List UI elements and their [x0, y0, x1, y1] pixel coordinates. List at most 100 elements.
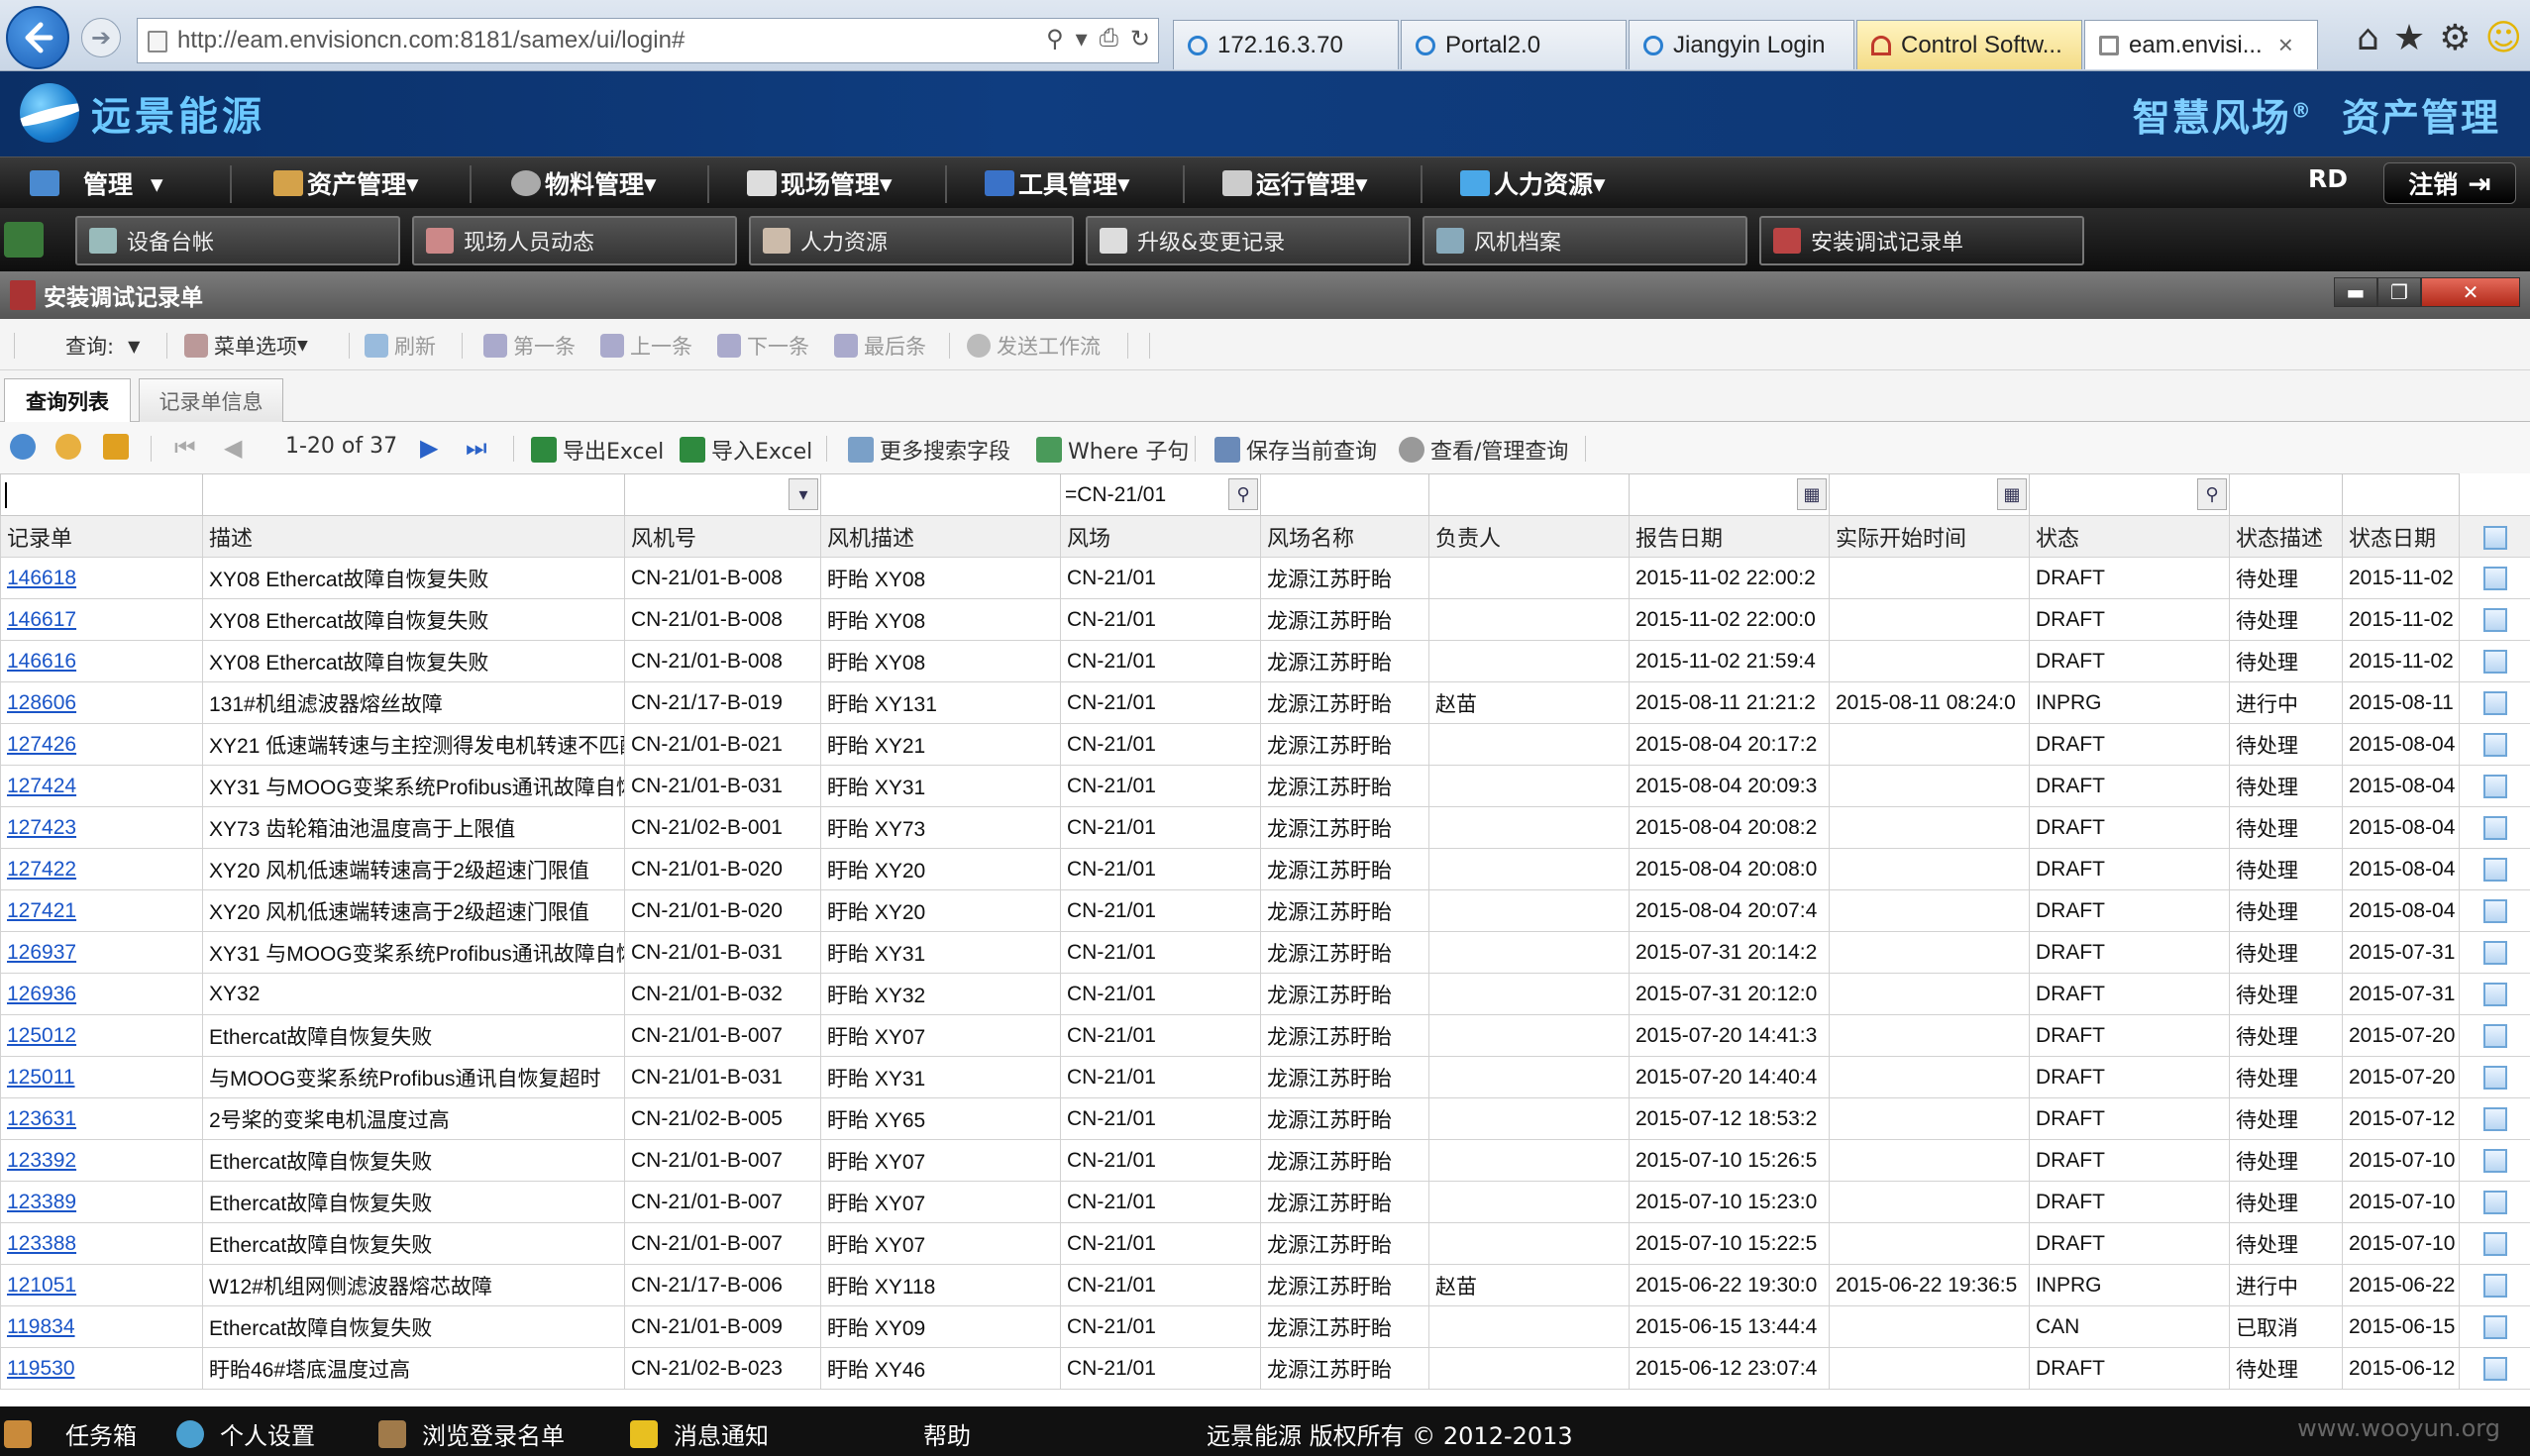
app-tab-site-staff[interactable]: 现场人员动态 [412, 216, 737, 265]
calendar-icon[interactable]: ▦ [1997, 478, 2027, 510]
row-checkbox[interactable] [2459, 723, 2530, 766]
filter-farm-name[interactable] [1260, 473, 1429, 516]
record-id-link[interactable]: 119834 [7, 1315, 75, 1338]
table-row[interactable]: 127422 XY20 风机低速端转速高于2级超速门限值 CN-21/01-B-02… [0, 848, 2530, 890]
table-row[interactable]: 126936 XY32 CN-21/01-B-032 盱眙 XY32 CN-21/01 龙… [0, 973, 2530, 1015]
column-header[interactable]: 风场名称 [1260, 515, 1429, 558]
home-icon[interactable]: ⌂ [2357, 18, 2379, 58]
browser-tab-1[interactable]: 172.16.3.70 [1173, 20, 1399, 69]
help-link[interactable]: 帮助 [923, 1416, 971, 1451]
row-checkbox[interactable] [2459, 1014, 2530, 1057]
app-tab-install-record[interactable]: 安装调试记录单 [1759, 216, 2084, 265]
menu-assets[interactable]: 资产管理 ▾ [273, 157, 419, 209]
row-checkbox[interactable] [2459, 681, 2530, 724]
import-excel-button[interactable]: 导入Excel [680, 434, 812, 466]
row-checkbox[interactable] [2459, 1181, 2530, 1223]
row-checkbox[interactable] [2459, 848, 2530, 890]
browser-tab-4[interactable]: Control Softw... [1856, 20, 2082, 69]
first-page-button[interactable]: ⏮ [174, 434, 196, 462]
row-checkbox[interactable] [2459, 931, 2530, 974]
record-id-link[interactable]: 126937 [7, 941, 76, 964]
forward-button[interactable]: ➔ [81, 18, 121, 57]
record-id-link[interactable]: 125011 [7, 1066, 75, 1089]
table-row[interactable]: 146617 XY08 Ethercat故障自恢复失败 CN-21/01-B-008… [0, 598, 2530, 641]
menu-admin[interactable]: 管理 ▾ [30, 157, 163, 209]
send-workflow-button[interactable]: 发送工作流 [967, 331, 1101, 361]
smiley-icon[interactable]: ☺ [2484, 18, 2522, 58]
record-id-link[interactable]: 146616 [7, 650, 76, 673]
filter-record-id[interactable] [0, 473, 203, 516]
column-header[interactable]: 记录单 [0, 515, 203, 558]
address-bar[interactable]: http://eam.envisioncn.com:8181/samex/ui/… [137, 18, 1159, 63]
record-id-link[interactable]: 123389 [7, 1191, 76, 1213]
filter-actual-start[interactable]: ▦ [1829, 473, 2030, 516]
record-id-link[interactable]: 126936 [7, 983, 76, 1005]
filter-status[interactable]: ⚲ [2029, 473, 2230, 516]
menu-operation[interactable]: 运行管理 ▾ [1222, 157, 1368, 209]
app-tab-equipment[interactable]: 设备台帐 [75, 216, 400, 265]
filter-turbine-desc[interactable] [820, 473, 1061, 516]
menu-options-button[interactable]: 菜单选项 ▼ [184, 331, 308, 361]
row-checkbox[interactable] [2459, 1347, 2530, 1390]
record-id-link[interactable]: 123388 [7, 1232, 76, 1255]
messages-link[interactable]: 消息通知 [630, 1416, 769, 1451]
export-excel-button[interactable]: 导出Excel [531, 434, 664, 466]
filter-wind-farm[interactable]: =CN-21/01 ⚲ [1060, 473, 1261, 516]
table-row[interactable]: 146618 XY08 Ethercat故障自恢复失败 CN-21/01-B-008… [0, 557, 2530, 599]
lookup-icon[interactable]: ⚲ [1228, 478, 1258, 510]
tab-record-info[interactable]: 记录单信息 [139, 378, 283, 422]
first-record-button[interactable]: 第一条 [483, 331, 576, 361]
table-row[interactable]: 119530 盱眙46#塔底温度过高 CN-21/02-B-023 盱眙 XY46 CN… [0, 1347, 2530, 1390]
record-id-link[interactable]: 125012 [7, 1024, 76, 1047]
record-id-link[interactable]: 127424 [7, 775, 76, 797]
app-tab-turbine-archive[interactable]: 风机档案 [1423, 216, 1747, 265]
record-id-link[interactable]: 121051 [7, 1274, 76, 1297]
search-button[interactable] [55, 434, 87, 460]
save-query-button[interactable]: 保存当前查询 [1214, 434, 1377, 466]
browser-tab-3[interactable]: Jiangyin Login [1629, 20, 1854, 69]
column-header[interactable]: 描述 [202, 515, 625, 558]
record-id-link[interactable]: 127423 [7, 816, 76, 839]
settings-link[interactable]: 个人设置 [176, 1416, 315, 1451]
tab-query-list[interactable]: 查询列表 [4, 378, 131, 423]
manage-query-button[interactable]: 查看/管理查询 [1399, 434, 1568, 466]
table-row[interactable]: 126937 XY31 与MOOG变桨系统Profibus通讯故障自恢复 CN-21… [0, 931, 2530, 974]
record-id-link[interactable]: 146617 [7, 608, 76, 631]
column-header[interactable]: 风机号 [624, 515, 821, 558]
menu-site[interactable]: 现场管理 ▾ [747, 157, 893, 209]
column-header[interactable]: 状态日期 [2342, 515, 2460, 558]
where-clause-button[interactable]: Where 子句 [1036, 434, 1189, 466]
maximize-button[interactable]: ❐ [2377, 277, 2421, 307]
more-search-fields-button[interactable]: 更多搜索字段 [848, 434, 1010, 466]
record-id-link[interactable]: 127426 [7, 733, 76, 756]
table-row[interactable]: 146616 XY08 Ethercat故障自恢复失败 CN-21/01-B-008… [0, 640, 2530, 682]
record-id-link[interactable]: 123631 [7, 1107, 76, 1130]
row-checkbox[interactable] [2459, 640, 2530, 682]
search-icon[interactable]: ⚲ [1046, 25, 1064, 53]
record-id-link[interactable]: 128606 [7, 691, 76, 714]
menu-tools[interactable]: 工具管理 ▾ [985, 157, 1130, 209]
table-row[interactable]: 123631 2号桨的变桨电机温度过高 CN-21/02-B-005 盱眙 XY65 C… [0, 1097, 2530, 1140]
close-window-button[interactable]: ✕ [2421, 277, 2520, 307]
clear-filter-button[interactable] [103, 434, 135, 460]
filter-description[interactable] [202, 473, 625, 516]
column-header[interactable]: 状态描述 [2229, 515, 2343, 558]
table-row[interactable]: 121051 W12#机组网侧滤波器熔芯故障 CN-21/17-B-006 盱眙 XY… [0, 1264, 2530, 1306]
record-id-link[interactable]: 127421 [7, 899, 76, 922]
gear-icon[interactable]: ⚙ [2439, 18, 2471, 58]
record-id-link[interactable]: 119530 [7, 1357, 75, 1380]
row-checkbox[interactable] [2459, 557, 2530, 599]
app-tab-upgrade[interactable]: 升级&变更记录 [1086, 216, 1411, 265]
filter-report-date[interactable]: ▦ [1629, 473, 1830, 516]
query-dropdown[interactable]: 查询: ▼ [65, 331, 140, 361]
column-header[interactable]: 实际开始时间 [1829, 515, 2030, 558]
browser-tab-5[interactable]: eam.envisi... × [2084, 20, 2318, 69]
column-header[interactable]: 风场 [1060, 515, 1261, 558]
table-row[interactable]: 123388 Ethercat故障自恢复失败 CN-21/01-B-007 盱眙 XY… [0, 1222, 2530, 1265]
column-header[interactable]: 状态 [2029, 515, 2230, 558]
prev-record-button[interactable]: 上一条 [600, 331, 692, 361]
compat-icon[interactable]: ⎙ [1100, 25, 1118, 53]
prev-page-button[interactable]: ◀ [224, 434, 242, 462]
calendar-icon[interactable]: ▦ [1797, 478, 1827, 510]
filter-status-date[interactable] [2342, 473, 2460, 516]
